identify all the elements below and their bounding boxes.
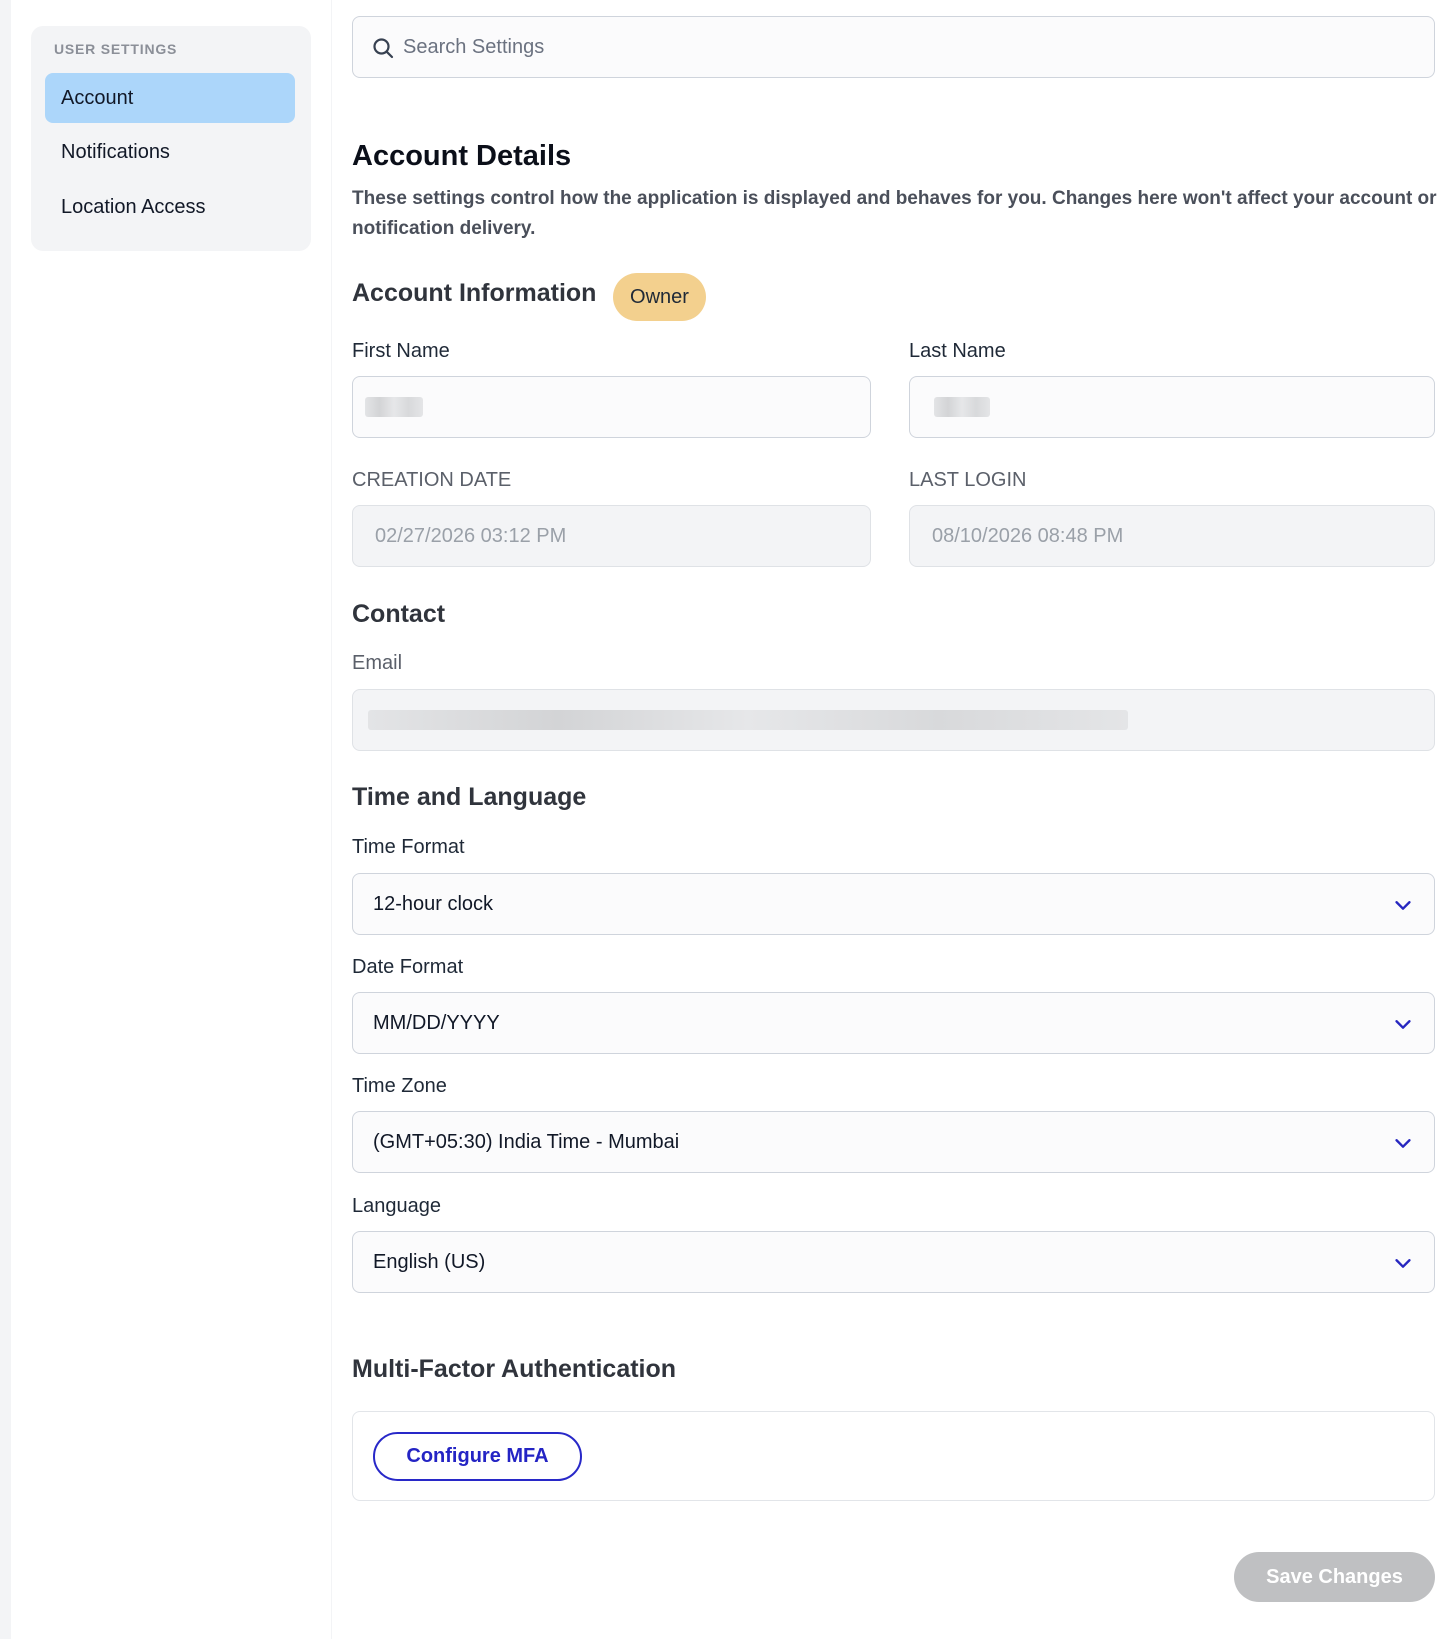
time-format-value: 12-hour clock [373,893,494,915]
redacted-first-name [365,397,423,417]
date-format-select[interactable]: MM/DD/YYYY [352,992,1435,1054]
search-box [352,16,1435,78]
time-format-select[interactable]: 12-hour clock [352,873,1435,935]
creation-date-field: 02/27/2026 03:12 PM [352,505,871,567]
time-zone-select[interactable]: (GMT+05:30) India Time - Mumbai [352,1111,1435,1173]
last-login-field: 08/10/2026 08:48 PM [909,505,1435,567]
chevron-down-icon [1395,901,1411,910]
sidebar-item-label: Notifications [61,140,170,163]
configure-mfa-button[interactable]: Configure MFA [373,1432,582,1481]
email-label: Email [352,652,403,674]
language-label: Language [352,1195,441,1217]
redacted-last-name [934,397,990,417]
mfa-panel: Configure MFA [352,1411,1435,1501]
main-content: Account Details These settings control h… [332,0,1456,1639]
chevron-down-icon [1395,1259,1411,1268]
time-zone-value: (GMT+05:30) India Time - Mumbai [373,1131,680,1153]
sidebar-item-location-access[interactable]: Location Access [45,182,295,232]
creation-date-value: 02/27/2026 03:12 PM [375,525,567,547]
settings-sidebar: USER SETTINGS Account Notifications Loca… [31,26,311,251]
last-login-label: LAST LOGIN [909,469,1027,491]
mfa-title: Multi-Factor Authentication [352,1355,677,1383]
last-name-field[interactable] [909,376,1435,438]
sidebar-item-account[interactable]: Account [45,73,295,123]
first-name-field[interactable] [352,376,871,438]
language-value: English (US) [373,1251,486,1273]
creation-date-label: CREATION DATE [352,469,512,491]
date-format-value: MM/DD/YYYY [373,1012,500,1034]
time-language-title: Time and Language [352,783,587,811]
sidebar-item-label: Account [61,86,134,109]
settings-page: USER SETTINGS Account Notifications Loca… [0,0,1456,1639]
role-badge: Owner [613,273,706,321]
sidebar-item-label: Location Access [61,195,206,218]
contact-title: Contact [352,600,446,628]
last-name-label: Last Name [909,340,1006,362]
search-icon [373,38,394,59]
email-field [352,689,1435,751]
time-zone-label: Time Zone [352,1075,447,1097]
chevron-down-icon [1395,1020,1411,1029]
search-input[interactable] [403,17,1403,77]
date-format-label: Date Format [352,956,464,978]
sidebar-item-notifications[interactable]: Notifications [45,127,295,177]
page-title: Account Details [352,140,572,172]
account-information-title: Account Information [352,279,597,307]
redacted-email [368,710,1128,730]
page-description: These settings control how the applicati… [352,188,1437,239]
last-login-value: 08/10/2026 08:48 PM [932,525,1124,547]
sidebar-heading: USER SETTINGS [54,41,178,57]
chevron-down-icon [1395,1139,1411,1148]
language-select[interactable]: English (US) [352,1231,1435,1293]
save-changes-button[interactable]: Save Changes [1234,1552,1435,1602]
time-format-label: Time Format [352,836,465,858]
first-name-label: First Name [352,340,450,362]
